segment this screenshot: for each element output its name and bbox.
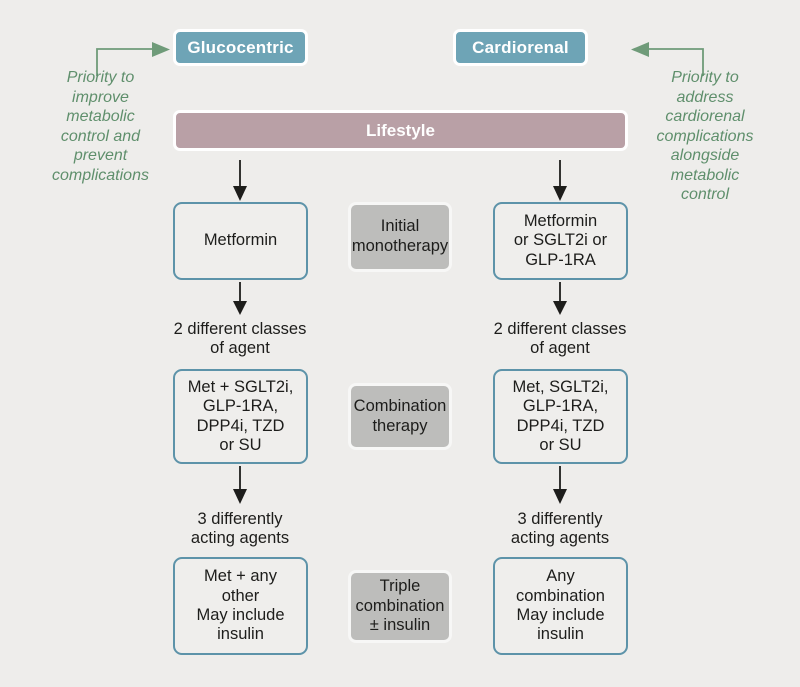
stage-2-right-box[interactable]: Met, SGLT2i, GLP-1RA, DPP4i, TZD or SU <box>493 369 628 464</box>
stage-3-left-caption-line: 3 differently <box>197 509 283 528</box>
arrow-down-icon <box>233 160 247 201</box>
stage-1-left-box[interactable]: Metformin <box>173 202 308 280</box>
stage-2-left-caption: 2 different classes of agent <box>155 318 325 360</box>
stage-2-right-caption: 2 different classes of agent <box>475 318 645 360</box>
stage-2-left-box-line: DPP4i, TZD <box>196 416 285 435</box>
stage-3-center-label-line: combination <box>355 596 445 615</box>
side-note-left-line: metabolic <box>66 108 135 126</box>
stage-2-right-box-line: GLP-1RA, <box>522 397 599 416</box>
side-note-left-line: improve <box>72 88 129 106</box>
stage-3-left-box-line: Met + any <box>204 567 277 586</box>
side-note-right-line: complications <box>656 127 754 145</box>
stage-1-left-box-line: Metformin <box>203 231 278 250</box>
figure-canvas: Glucocentric Cardiorenal Priority to imp… <box>0 0 800 687</box>
stage-3-left-caption: 3 differently acting agents <box>155 508 325 550</box>
stage-1-center-label-line: monotherapy <box>351 237 449 255</box>
stage-3-left-box-line: insulin <box>217 625 264 644</box>
stage-3-center-label: Triple combination ± insulin <box>348 570 452 643</box>
stage-1-center-label: Initial monotherapy <box>348 202 452 272</box>
stage-3-center-label-line: Triple <box>379 576 421 595</box>
side-note-right-line: cardiorenal <box>665 108 745 126</box>
stage-2-left-box[interactable]: Met + SGLT2i, GLP-1RA, DPP4i, TZD or SU <box>173 369 308 464</box>
header-pill-cardiorenal-label: Cardiorenal <box>472 37 569 57</box>
stage-1-right-box[interactable]: Metformin or SGLT2i or GLP-1RA <box>493 202 628 280</box>
side-note-left-line: complications <box>52 166 149 184</box>
stage-2-right-caption-line: 2 different classes <box>493 319 627 338</box>
stage-2-left-box-line: or SU <box>219 435 262 454</box>
side-note-right-line: Priority to <box>671 69 739 86</box>
stage-3-right-box-line: May include <box>516 606 605 624</box>
stage-3-right-box[interactable]: Any combination May include insulin <box>493 557 628 655</box>
side-note-left: Priority to improve metabolic control an… <box>38 68 163 185</box>
stage-3-right-box-line: Any <box>546 567 575 586</box>
side-note-right-line: control <box>680 186 730 204</box>
stage-2-right-box-line: or SU <box>539 435 582 454</box>
arrow-down-icon <box>553 466 567 504</box>
stage-1-right-box-line: or SGLT2i or <box>513 231 608 250</box>
stage-2-center-label: Combination therapy <box>348 383 452 450</box>
stage-3-left-caption-line: acting agents <box>190 529 290 547</box>
stage-2-left-caption-line: 2 different classes <box>173 319 307 338</box>
arrow-down-icon <box>233 466 247 504</box>
stage-3-right-caption-line: acting agents <box>510 529 610 547</box>
stage-3-left-box-line: May include <box>196 606 285 624</box>
stage-3-right-caption: 3 differently acting agents <box>475 508 645 550</box>
stage-2-center-label-line: Combination <box>353 396 447 415</box>
stage-3-right-box-line: insulin <box>537 625 584 644</box>
side-note-right: Priority to address cardiorenal complica… <box>641 68 769 205</box>
header-pill-glucocentric-label: Glucocentric <box>187 37 294 57</box>
stage-3-center-label-line: ± insulin <box>369 616 431 635</box>
stage-1-center-label-line: Initial <box>380 217 420 236</box>
stage-3-right-box-line: combination <box>516 586 605 605</box>
stage-2-center-label-line: therapy <box>372 416 428 435</box>
side-note-left-line: control and <box>60 127 141 145</box>
arrow-down-icon <box>553 160 567 201</box>
side-note-right-line: metabolic <box>670 166 740 184</box>
stage-2-left-caption-line: of agent <box>210 339 270 357</box>
lifestyle-bar-label: Lifestyle <box>366 120 435 140</box>
side-note-left-line: Priority to <box>66 69 135 86</box>
arrow-down-icon <box>553 282 567 315</box>
stage-2-right-caption-line: of agent <box>530 339 590 357</box>
lifestyle-bar[interactable]: Lifestyle <box>173 110 628 151</box>
stage-1-right-box-line: Metformin <box>523 211 598 230</box>
stage-2-right-box-line: DPP4i, TZD <box>516 416 605 435</box>
stage-3-right-caption-line: 3 differently <box>517 509 603 528</box>
side-note-right-line: alongside <box>670 147 740 165</box>
arrow-down-icon <box>233 282 247 315</box>
stage-1-right-box-line: GLP-1RA <box>525 250 596 269</box>
side-note-right-line: address <box>676 88 734 106</box>
stage-2-right-box-line: Met, SGLT2i, <box>512 377 609 396</box>
side-note-left-line: prevent <box>73 147 128 165</box>
stage-3-left-box[interactable]: Met + any other May include insulin <box>173 557 308 655</box>
header-pill-glucocentric[interactable]: Glucocentric <box>173 29 308 66</box>
header-pill-cardiorenal[interactable]: Cardiorenal <box>453 29 588 66</box>
stage-2-left-box-line: Met + SGLT2i, <box>187 377 294 396</box>
stage-2-left-box-line: GLP-1RA, <box>202 397 279 416</box>
stage-3-left-box-line: other <box>221 586 260 605</box>
